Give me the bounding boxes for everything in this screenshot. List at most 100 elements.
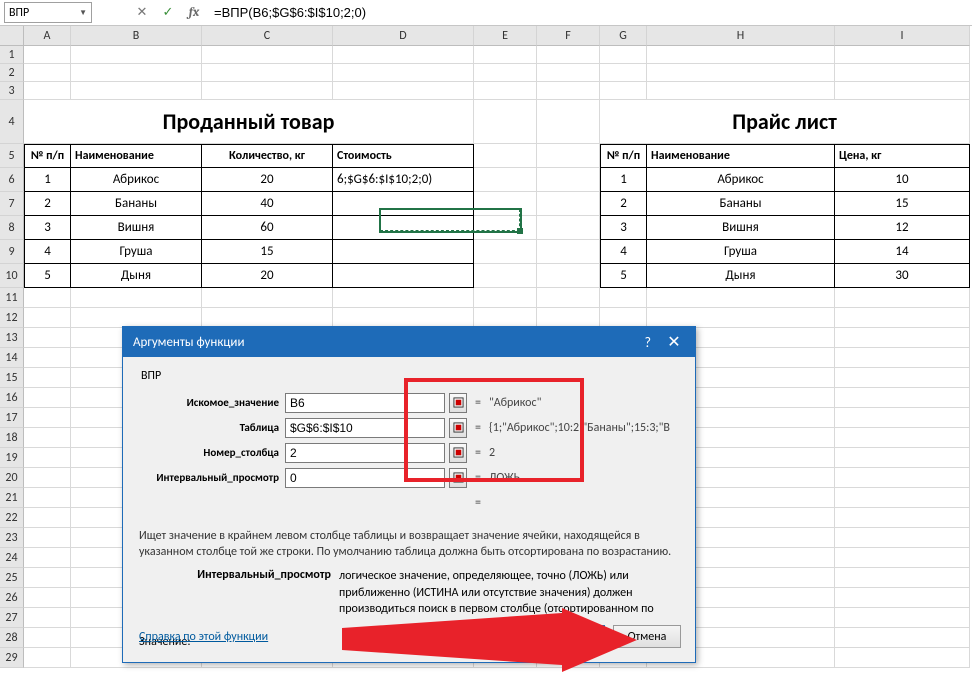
cell-E12[interactable]	[474, 308, 537, 328]
cell-A17[interactable]	[24, 408, 71, 428]
cell-C7[interactable]: 40	[202, 192, 333, 216]
cell-A28[interactable]	[24, 628, 71, 648]
cancel-icon[interactable]: ✕	[134, 5, 150, 21]
cell-C2[interactable]	[202, 64, 333, 82]
cell-B1[interactable]	[71, 46, 202, 64]
range-select-icon[interactable]	[449, 443, 467, 463]
cell-I24[interactable]	[835, 548, 970, 568]
cell-F9[interactable]	[537, 240, 600, 264]
arg-input-0[interactable]	[285, 393, 445, 413]
column-header-H[interactable]: H	[647, 26, 835, 46]
cell-E9[interactable]	[474, 240, 537, 264]
cell-G9[interactable]: 4	[600, 240, 647, 264]
row-header-13[interactable]: 13	[0, 328, 24, 348]
column-header-D[interactable]: D	[333, 26, 474, 46]
column-header-G[interactable]: G	[600, 26, 647, 46]
cell-F1[interactable]	[537, 46, 600, 64]
row-header-18[interactable]: 18	[0, 428, 24, 448]
cell-D3[interactable]	[333, 82, 474, 100]
ok-button[interactable]: OK	[537, 625, 605, 648]
cell-I25[interactable]	[835, 568, 970, 588]
cell-C5[interactable]: Количество, кг	[202, 144, 333, 168]
cell-I11[interactable]	[835, 288, 970, 308]
cell-A1[interactable]	[24, 46, 71, 64]
row-header-5[interactable]: 5	[0, 144, 24, 168]
help-icon[interactable]: ?	[645, 334, 652, 351]
cell-D2[interactable]	[333, 64, 474, 82]
row-header-11[interactable]: 11	[0, 288, 24, 308]
chevron-down-icon[interactable]: ▼	[79, 8, 87, 18]
cell-H2[interactable]	[647, 64, 835, 82]
cell-E4[interactable]	[474, 100, 537, 144]
cell-A9[interactable]: 4	[24, 240, 71, 264]
cell-H1[interactable]	[647, 46, 835, 64]
cell-C6[interactable]: 20	[202, 168, 333, 192]
cell-I7[interactable]: 15	[835, 192, 970, 216]
column-header-B[interactable]: B	[71, 26, 202, 46]
cell-I16[interactable]	[835, 388, 970, 408]
cell-F2[interactable]	[537, 64, 600, 82]
range-select-icon[interactable]	[449, 418, 467, 438]
cell-I1[interactable]	[835, 46, 970, 64]
cell-H11[interactable]	[647, 288, 835, 308]
cell-B5[interactable]: Наименование	[71, 144, 202, 168]
cell-F12[interactable]	[537, 308, 600, 328]
cell-I6[interactable]: 10	[835, 168, 970, 192]
cell-C9[interactable]: 15	[202, 240, 333, 264]
fx-icon[interactable]: fx	[186, 5, 202, 21]
cell-A29[interactable]	[24, 648, 71, 668]
cell-A8[interactable]: 3	[24, 216, 71, 240]
row-header-21[interactable]: 21	[0, 488, 24, 508]
name-box[interactable]: ВПР ▼	[4, 2, 92, 23]
cell-I26[interactable]	[835, 588, 970, 608]
close-icon[interactable]: ✕	[653, 327, 695, 357]
cell-B9[interactable]: Груша	[71, 240, 202, 264]
row-header-25[interactable]: 25	[0, 568, 24, 588]
cell-E11[interactable]	[474, 288, 537, 308]
cell-G1[interactable]	[600, 46, 647, 64]
row-header-24[interactable]: 24	[0, 548, 24, 568]
confirm-icon[interactable]: ✓	[160, 5, 176, 21]
cell-D12[interactable]	[333, 308, 474, 328]
cell-I9[interactable]: 14	[835, 240, 970, 264]
cell-A16[interactable]	[24, 388, 71, 408]
row-header-10[interactable]: 10	[0, 264, 24, 288]
cell-D11[interactable]	[333, 288, 474, 308]
cell-I29[interactable]	[835, 648, 970, 668]
cell-I28[interactable]	[835, 628, 970, 648]
cell-F6[interactable]	[537, 168, 600, 192]
cell-C8[interactable]: 60	[202, 216, 333, 240]
arg-input-1[interactable]	[285, 418, 445, 438]
cell-F7[interactable]	[537, 192, 600, 216]
row-header-19[interactable]: 19	[0, 448, 24, 468]
cell-G10[interactable]: 5	[600, 264, 647, 288]
cell-E7[interactable]	[474, 192, 537, 216]
cell-I14[interactable]	[835, 348, 970, 368]
cell-D7[interactable]	[333, 192, 474, 216]
cell-C3[interactable]	[202, 82, 333, 100]
cell-I20[interactable]	[835, 468, 970, 488]
cell-A23[interactable]	[24, 528, 71, 548]
row-header-2[interactable]: 2	[0, 64, 24, 82]
cell-C1[interactable]	[202, 46, 333, 64]
row-header-27[interactable]: 27	[0, 608, 24, 628]
cell-H3[interactable]	[647, 82, 835, 100]
cell-A14[interactable]	[24, 348, 71, 368]
cell-I8[interactable]: 12	[835, 216, 970, 240]
cell-A26[interactable]	[24, 588, 71, 608]
column-header-I[interactable]: I	[835, 26, 970, 46]
cell-H8[interactable]: Вишня	[647, 216, 835, 240]
cell-G12[interactable]	[600, 308, 647, 328]
cell-B10[interactable]: Дыня	[71, 264, 202, 288]
row-header-17[interactable]: 17	[0, 408, 24, 428]
cell-H6[interactable]: Абрикос	[647, 168, 835, 192]
cancel-button[interactable]: Отмена	[613, 625, 681, 648]
row-header-6[interactable]: 6	[0, 168, 24, 192]
cell-A2[interactable]	[24, 64, 71, 82]
cell-A3[interactable]	[24, 82, 71, 100]
range-select-icon[interactable]	[449, 468, 467, 488]
help-link[interactable]: Справка по этой функции	[139, 630, 268, 644]
row-header-9[interactable]: 9	[0, 240, 24, 264]
row-header-4[interactable]: 4	[0, 100, 24, 144]
cell-E10[interactable]	[474, 264, 537, 288]
